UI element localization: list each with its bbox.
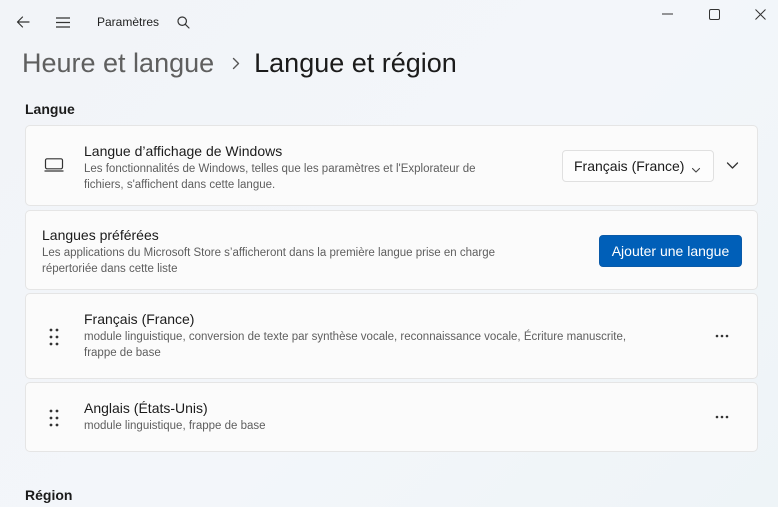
display-language-description-line1: Les fonctionnalités de Windows, telles q…	[84, 163, 476, 175]
search-icon[interactable]	[172, 11, 194, 33]
language-item[interactable]: Français (France) module linguistique, c…	[25, 293, 758, 379]
app-title: Paramètres	[97, 15, 160, 29]
language-name: Anglais (États-Unis)	[84, 400, 208, 416]
more-options-icon[interactable]	[712, 328, 732, 344]
close-icon[interactable]	[745, 2, 775, 26]
preferred-languages-description-line2: répertoriée dans cette liste	[42, 263, 178, 275]
preferred-languages-description-line1: Les applications du Microsoft Store s’af…	[42, 247, 496, 259]
display-language-title: Langue d’affichage de Windows	[84, 143, 283, 159]
language-name: Français (France)	[84, 311, 195, 327]
minimize-icon[interactable]	[652, 2, 682, 26]
expand-chevron-icon[interactable]	[726, 157, 739, 175]
chevron-right-icon	[232, 57, 240, 70]
more-options-icon[interactable]	[712, 409, 732, 425]
language-features-line1: module linguistique, frappe de base	[84, 420, 266, 432]
breadcrumb: Heure et langue Langue et région	[22, 44, 457, 82]
preferred-languages-card: Langues préférées Les applications du Mi…	[25, 210, 758, 290]
maximize-icon[interactable]	[699, 2, 729, 26]
drag-handle-icon[interactable]	[48, 328, 60, 351]
back-arrow-icon[interactable]	[10, 10, 36, 34]
language-features-line1: module linguistique, conversion de texte…	[84, 331, 627, 343]
preferred-languages-title: Langues préférées	[42, 227, 159, 243]
language-features-line2: frappe de base	[84, 347, 161, 359]
page-title: Langue et région	[254, 47, 457, 78]
add-language-button[interactable]: Ajouter une langue	[599, 235, 742, 267]
language-item[interactable]: Anglais (États-Unis) module linguistique…	[25, 382, 758, 452]
hamburger-menu-icon[interactable]	[51, 10, 75, 34]
display-language-selected-value: Français (France)	[574, 158, 685, 174]
display-icon	[44, 158, 64, 177]
display-language-dropdown[interactable]: Français (France)	[562, 150, 714, 182]
display-language-card[interactable]: Langue d’affichage de Windows Les foncti…	[25, 125, 758, 206]
display-language-description-line2: fichiers, s'affichent dans cette langue.	[84, 179, 276, 191]
section-title-region: Région	[25, 487, 73, 503]
chevron-down-icon	[691, 161, 701, 177]
drag-handle-icon[interactable]	[48, 409, 60, 432]
section-title-language: Langue	[25, 101, 75, 117]
title-bar: Paramètres	[0, 0, 778, 44]
breadcrumb-parent[interactable]: Heure et langue	[22, 48, 214, 79]
